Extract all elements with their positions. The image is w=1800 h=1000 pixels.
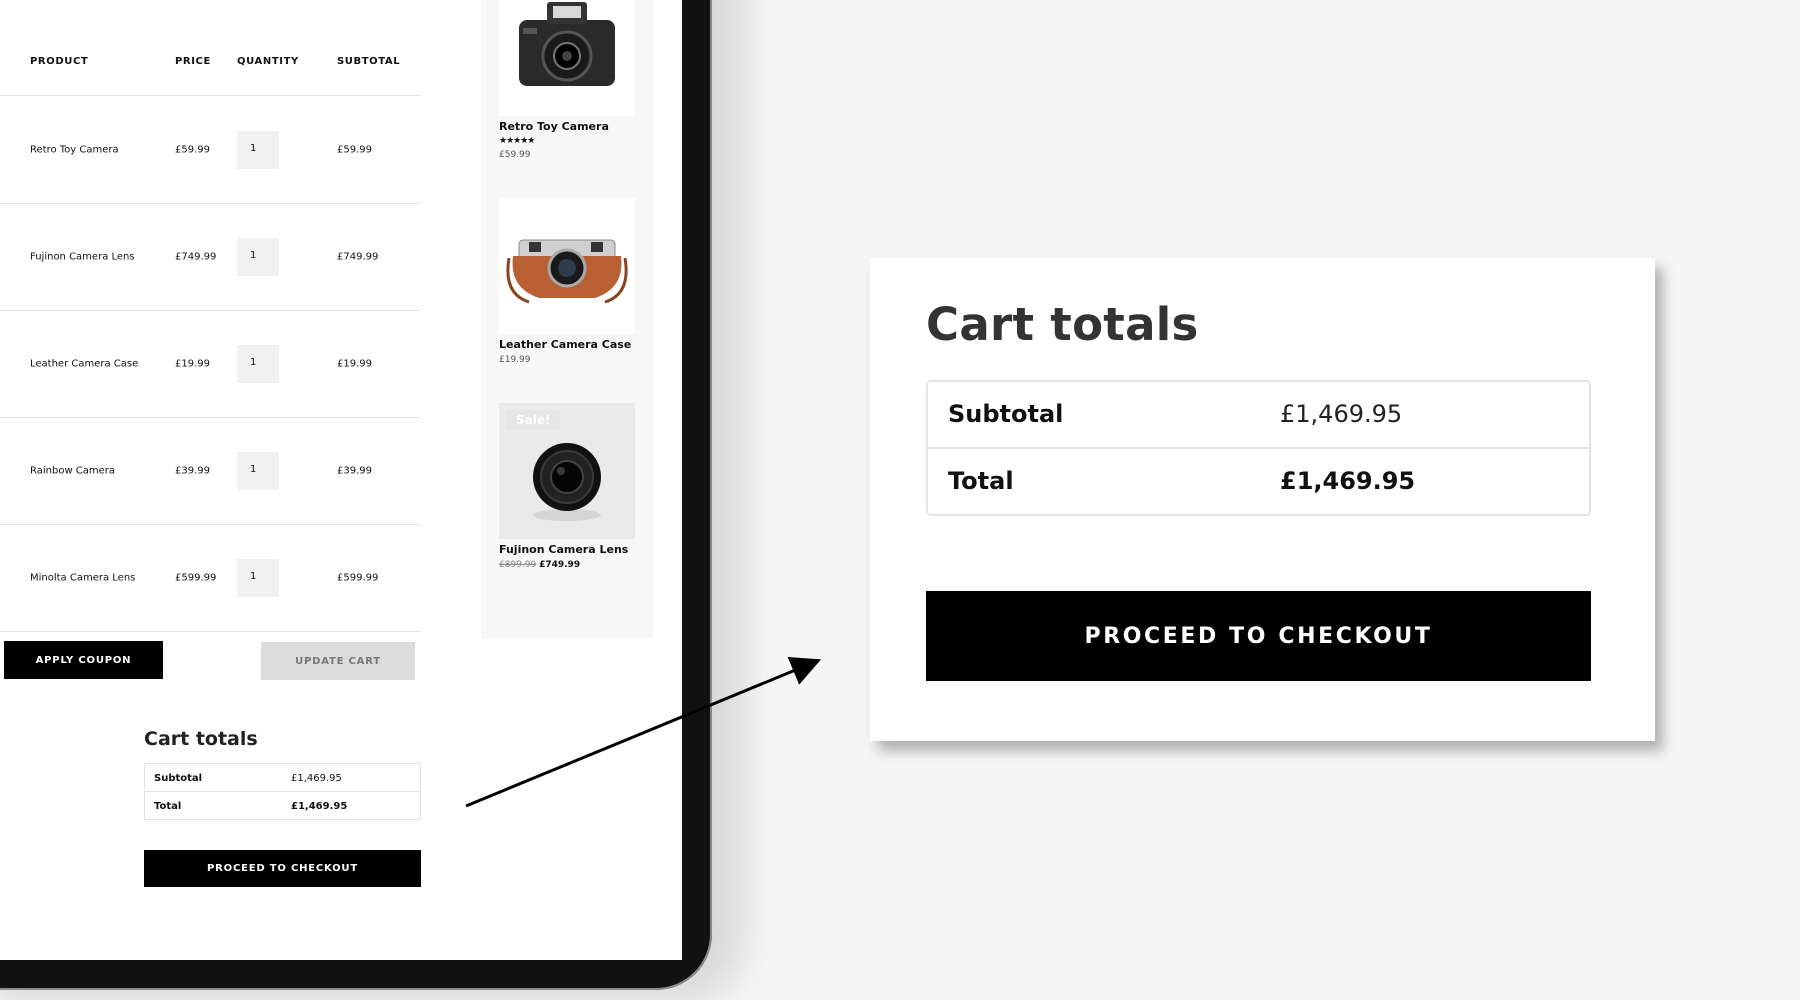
total-row: Total £1,469.95 xyxy=(928,449,1589,516)
cart-totals-zoom-card: Cart totals Subtotal £1,469.95 Total £1,… xyxy=(870,258,1655,741)
total-value: £1,469.95 xyxy=(1280,467,1416,495)
subtotal-label: Subtotal xyxy=(948,400,1064,428)
subtotal-row: Subtotal £1,469.95 xyxy=(928,382,1589,449)
total-label: Total xyxy=(948,467,1014,495)
cart-totals-table: Subtotal £1,469.95 Total £1,469.95 xyxy=(926,380,1591,516)
cart-totals-title: Cart totals xyxy=(926,298,1199,351)
subtotal-value: £1,469.95 xyxy=(1280,400,1403,428)
proceed-to-checkout-button[interactable]: PROCEED TO CHECKOUT xyxy=(926,591,1591,681)
